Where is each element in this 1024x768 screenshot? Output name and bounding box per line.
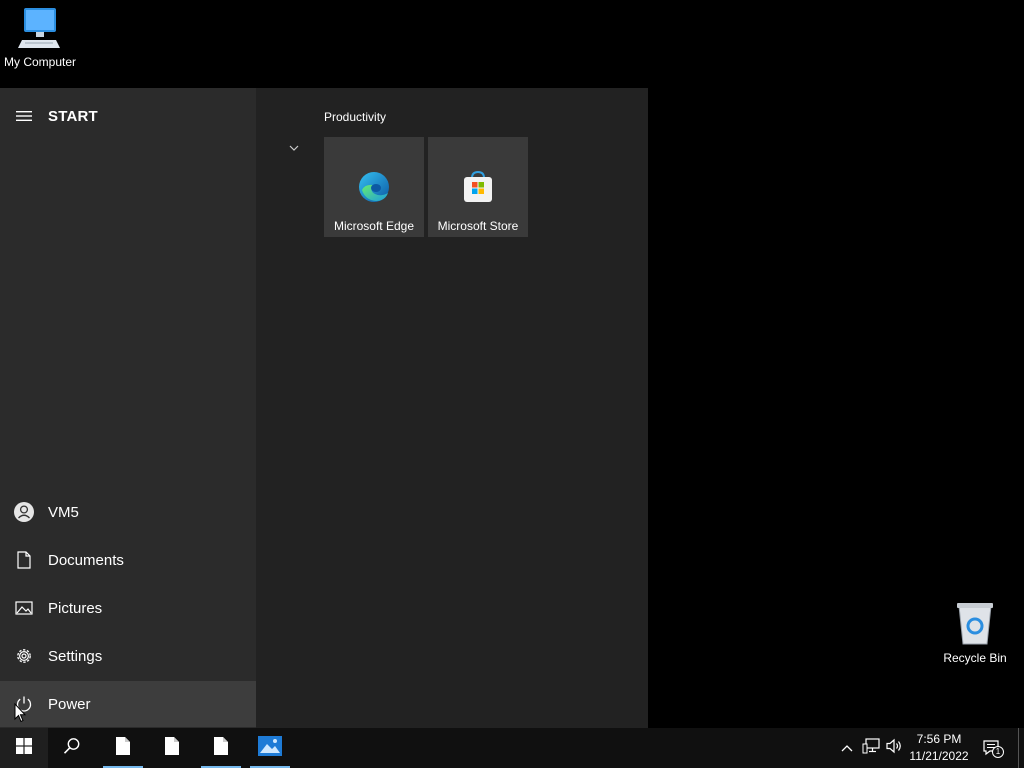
- search-button[interactable]: [48, 728, 96, 768]
- show-hidden-icons-button[interactable]: [838, 728, 856, 768]
- start-header: START: [0, 100, 256, 132]
- start-button[interactable]: [0, 728, 48, 768]
- windows-logo-icon: [16, 737, 32, 759]
- taskbar: 7:56 PM 11/21/2022 1: [0, 728, 1024, 768]
- volume-button[interactable]: [884, 728, 904, 768]
- desktop-icon-recycle-bin[interactable]: Recycle Bin: [935, 600, 1015, 665]
- gear-icon: [0, 633, 48, 679]
- start-title: START: [48, 107, 98, 125]
- chevron-up-icon: [841, 739, 853, 757]
- store-icon: [460, 169, 496, 205]
- file-icon: [213, 736, 229, 761]
- photos-icon: [258, 735, 282, 761]
- desktop-icon-my-computer[interactable]: My Computer: [0, 6, 80, 69]
- clock-date: 11/21/2022: [909, 749, 969, 763]
- tile-microsoft-store[interactable]: Microsoft Store: [428, 137, 528, 237]
- chevron-down-icon[interactable]: [286, 140, 302, 156]
- user-avatar-icon: [0, 489, 48, 535]
- start-item-label: Power: [48, 695, 91, 713]
- desktop-icon-label: Recycle Bin: [943, 651, 1007, 665]
- desktop: My Computer Recycle Bin START VM5 Docume…: [0, 0, 1024, 728]
- mouse-cursor-icon: [14, 702, 27, 728]
- start-item-label: Documents: [48, 551, 124, 569]
- file-icon: [164, 736, 180, 761]
- start-item-label: Settings: [48, 647, 103, 665]
- network-icon: [862, 737, 880, 759]
- tile-label: Microsoft Store: [437, 219, 519, 233]
- start-menu-sidebar: START VM5 Documents Pictures Settings Po…: [0, 88, 256, 728]
- edge-icon: [356, 169, 392, 205]
- start-item-pictures[interactable]: Pictures: [0, 585, 256, 631]
- tile-label: Microsoft Edge: [333, 219, 415, 233]
- start-item-documents[interactable]: Documents: [0, 537, 256, 583]
- recycle-bin-icon: [953, 603, 997, 649]
- taskbar-app-file-3[interactable]: [201, 728, 241, 768]
- computer-icon: [16, 8, 64, 53]
- start-item-label: Pictures: [48, 599, 103, 617]
- document-icon: [0, 537, 48, 583]
- start-item-power[interactable]: Power: [0, 681, 256, 727]
- network-button[interactable]: [860, 728, 882, 768]
- tile-microsoft-edge[interactable]: Microsoft Edge: [324, 137, 424, 237]
- taskbar-app-file-2[interactable]: [152, 728, 192, 768]
- speaker-icon: [885, 738, 903, 759]
- start-menu: START VM5 Documents Pictures Settings Po…: [0, 88, 648, 728]
- start-item-settings[interactable]: Settings: [0, 633, 256, 679]
- notification-badge: 1: [992, 746, 1004, 758]
- pictures-icon: [0, 585, 48, 631]
- tile-group-title[interactable]: Productivity: [324, 110, 386, 124]
- start-item-label: VM5: [48, 503, 79, 521]
- start-tiles-panel: Productivity Microsoft Edge Microsoft St…: [256, 88, 648, 728]
- file-icon: [115, 736, 131, 761]
- notification-icon: 1: [982, 739, 1004, 758]
- search-icon: [63, 737, 81, 760]
- clock-time: 7:56 PM: [916, 732, 962, 746]
- action-center-button[interactable]: 1: [980, 728, 1004, 768]
- taskbar-app-photos[interactable]: [250, 728, 290, 768]
- taskbar-clock[interactable]: 7:56 PM 11/21/2022: [905, 731, 973, 765]
- show-desktop-button[interactable]: [1018, 728, 1019, 768]
- desktop-icon-label: My Computer: [3, 55, 77, 69]
- hamburger-icon[interactable]: [0, 100, 48, 132]
- start-item-user[interactable]: VM5: [0, 489, 256, 535]
- taskbar-app-file-1[interactable]: [103, 728, 143, 768]
